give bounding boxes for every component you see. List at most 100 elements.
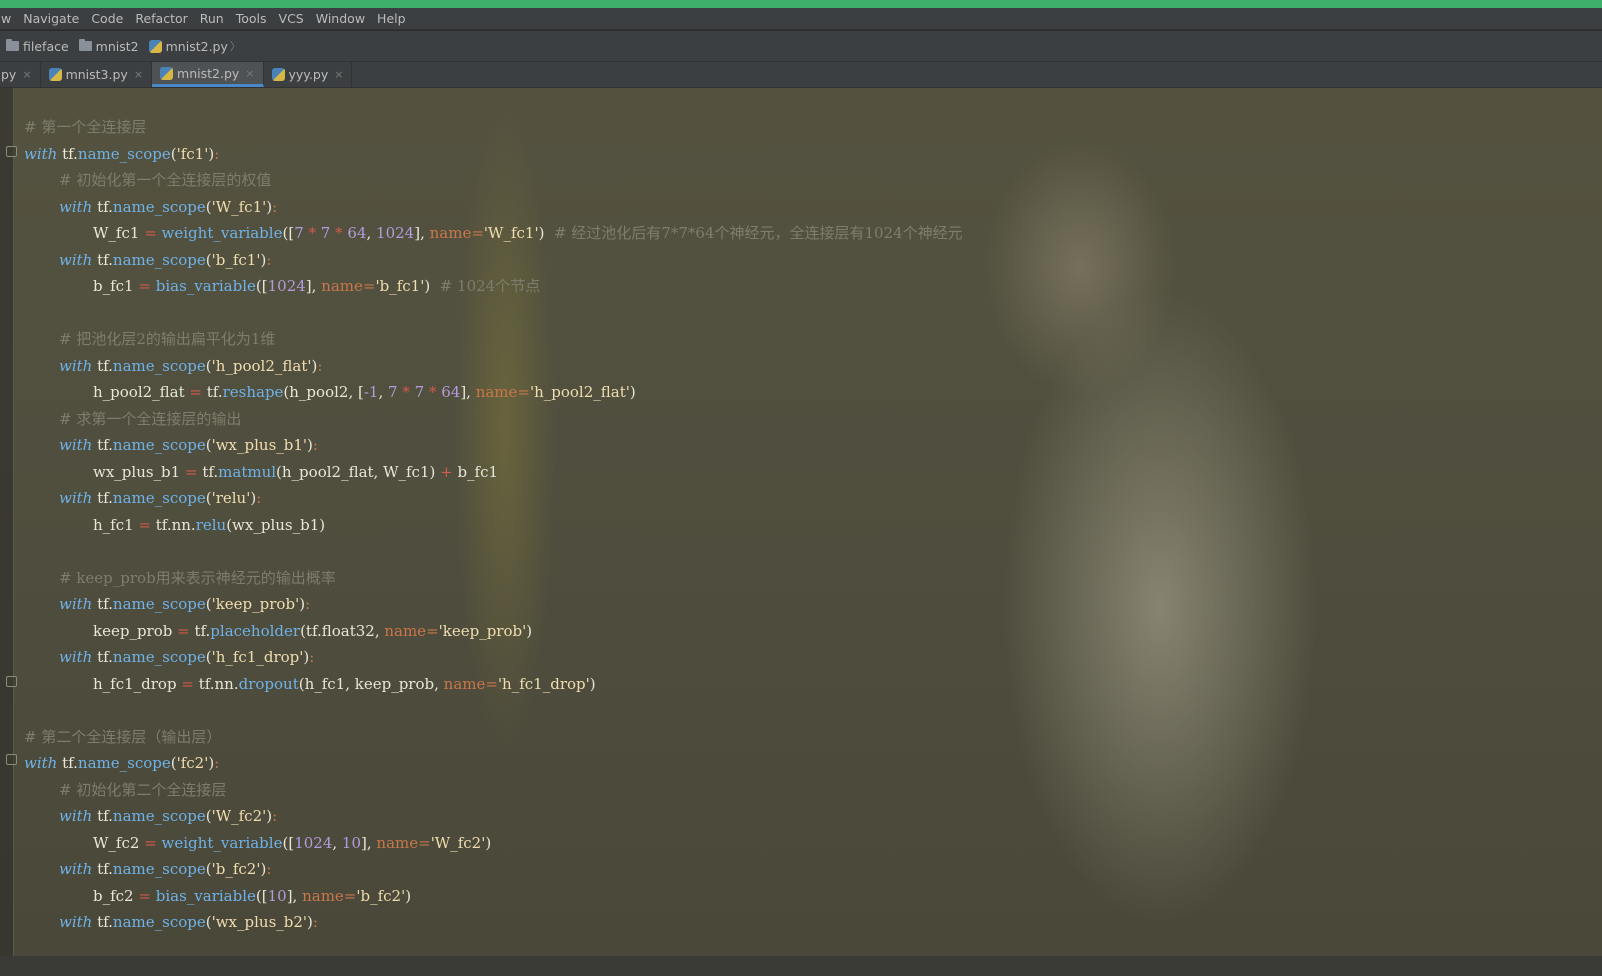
breadcrumb-item-mnist2-folder[interactable]: mnist2: [73, 39, 143, 54]
menu-item-run[interactable]: Run: [194, 11, 230, 26]
code-line: with tf.name_scope('h_fc1_drop'):: [59, 648, 315, 666]
string-literal: 'W_fc2': [430, 833, 486, 852]
chevron-right-icon: 〉: [229, 40, 241, 53]
number-literal: 7: [294, 224, 304, 242]
comment: # 经过池化后有7*7*64个神经元，全连接层有1024个神经元: [553, 224, 963, 242]
tab-mnist2[interactable]: mnist2.py ×: [152, 62, 264, 87]
menu-item-refactor[interactable]: Refactor: [129, 11, 193, 26]
menu-item-partial[interactable]: w: [0, 11, 17, 26]
code-line: with tf.name_scope('W_fc2'):: [59, 807, 278, 825]
string-literal: 'b_fc2': [211, 860, 261, 878]
code-line: W_fc2 = weight_variable([1024, 10], name…: [93, 833, 492, 852]
fold-marker-icon[interactable]: [6, 146, 17, 157]
code-line: with tf.name_scope('relu'):: [59, 489, 262, 507]
menu-item-navigate[interactable]: Navigate: [17, 11, 85, 26]
code-line: # 第一个全连接层: [24, 114, 1602, 141]
editor-gutter: [0, 88, 14, 956]
breadcrumb-item-mnist2-file[interactable]: mnist2.py 〉: [143, 38, 247, 54]
code-line: with tf.name_scope('b_fc2'):: [59, 860, 272, 878]
number-literal: 10: [341, 833, 362, 852]
comment: # 求第一个全连接层的输出: [59, 409, 242, 428]
breadcrumb-label: fileface: [23, 38, 69, 54]
code-line: keep_prob = tf.placeholder(tf.float32, n…: [93, 621, 533, 640]
python-file-icon: [160, 66, 174, 80]
code-line: wx_plus_b1 = tf.matmul(h_pool2_flat, W_f…: [93, 462, 499, 481]
code-line: # 第二个全连接层（输出层）: [24, 724, 1602, 751]
code-line: # 把池化层2的输出扁平化为1维: [24, 326, 1602, 353]
code-line: h_fc1_drop = tf.nn.dropout(h_fc1, keep_p…: [93, 674, 596, 693]
code-line: h_pool2_flat = tf.reshape(h_pool2, [-1, …: [93, 383, 636, 401]
comment: # keep_prob用来表示神经元的输出概率: [59, 568, 336, 587]
folder-icon: [6, 39, 19, 51]
string-literal: 'fc1': [176, 144, 209, 163]
code-text[interactable]: # 第一个全连接层 with tf.name_scope('fc1'): # 初…: [24, 114, 1602, 936]
number-literal: -1: [363, 383, 379, 401]
python-file-icon: [148, 39, 162, 53]
fold-marker-icon[interactable]: [6, 676, 17, 687]
code-line: # keep_prob用来表示神经元的输出概率: [24, 565, 1602, 592]
breadcrumb-item-fileface[interactable]: fileface: [0, 39, 73, 54]
folder-icon: [78, 39, 92, 51]
tab-label: yyy.py: [288, 67, 329, 82]
close-icon[interactable]: ×: [334, 68, 343, 81]
tab-yyy[interactable]: yyy.py ×: [264, 62, 353, 87]
string-literal: 'b_fc1': [211, 250, 261, 269]
number-literal: 7: [320, 224, 331, 242]
window-titlebar: [0, 0, 1602, 8]
string-literal: 'W_fc1': [211, 197, 267, 216]
menu-item-vcs[interactable]: VCS: [273, 11, 310, 26]
code-line: with tf.name_scope('fc1'):: [24, 144, 220, 163]
breadcrumb-label: mnist2.py: [165, 38, 228, 54]
code-line: with tf.name_scope('wx_plus_b1'):: [59, 436, 318, 454]
close-icon[interactable]: ×: [245, 67, 254, 80]
string-literal: 'keep_prob': [438, 621, 527, 640]
menu-bar: w Navigate Code Refactor Run Tools VCS W…: [0, 8, 1602, 30]
code-editor[interactable]: # 第一个全连接层 with tf.name_scope('fc1'): # 初…: [0, 88, 1602, 956]
editor-tabs: py × mnist3.py × mnist2.py × yyy.py ×: [0, 62, 1602, 88]
string-literal: 'W_fc1': [483, 224, 539, 242]
string-literal: 'b_fc1': [375, 277, 425, 295]
menu-item-window[interactable]: Window: [310, 11, 371, 26]
number-literal: 10: [267, 886, 287, 905]
number-literal: 1024: [294, 833, 333, 852]
string-literal: 'h_pool2_flat': [529, 383, 630, 401]
code-line: h_fc1 = tf.nn.relu(wx_plus_b1): [93, 515, 326, 534]
close-icon[interactable]: ×: [22, 68, 31, 81]
tab-label: py: [1, 67, 17, 82]
tab-label: mnist3.py: [65, 67, 128, 82]
menu-item-code[interactable]: Code: [85, 11, 129, 26]
string-literal: 'fc2': [176, 754, 209, 772]
tab-mnist3[interactable]: mnist3.py ×: [41, 62, 153, 87]
code-line: with tf.name_scope('fc2'):: [24, 754, 220, 772]
code-line: with tf.name_scope('wx_plus_b2'):: [59, 913, 318, 931]
string-literal: 'h_fc1_drop': [497, 674, 590, 693]
menu-item-tools[interactable]: Tools: [230, 11, 273, 26]
close-icon[interactable]: ×: [134, 68, 143, 81]
number-literal: 1024: [376, 224, 415, 242]
comment: # 初始化第一个全连接层的权值: [59, 171, 272, 189]
fold-marker-icon[interactable]: [6, 754, 17, 765]
code-line: b_fc1 = bias_variable([1024], name='b_fc…: [93, 277, 541, 295]
comment: # 第二个全连接层（输出层）: [24, 727, 222, 746]
string-literal: 'keep_prob': [211, 595, 300, 613]
string-literal: 'h_fc1_drop': [211, 648, 304, 666]
code-line: with tf.name_scope('b_fc1'):: [59, 250, 272, 269]
string-literal: 'wx_plus_b1': [211, 436, 308, 454]
code-line: # 初始化第一个全连接层的权值: [24, 167, 1602, 194]
tab-partial[interactable]: py ×: [0, 62, 41, 87]
code-line: with tf.name_scope('h_pool2_flat'):: [59, 356, 323, 375]
breadcrumb-label: mnist2: [95, 38, 139, 54]
tab-label: mnist2.py: [177, 65, 240, 81]
code-line: b_fc2 = bias_variable([10], name='b_fc2'…: [93, 886, 412, 905]
code-line: # 初始化第二个全连接层: [24, 777, 1602, 804]
menu-item-help[interactable]: Help: [371, 11, 412, 26]
string-literal: 'relu': [211, 489, 251, 507]
horizontal-scrollbar[interactable]: [0, 956, 1602, 976]
number-literal: 1024: [267, 277, 306, 295]
string-literal: 'h_pool2_flat': [211, 356, 312, 375]
comment: # 初始化第二个全连接层: [59, 780, 227, 799]
comment: # 1024个节点: [439, 277, 541, 295]
